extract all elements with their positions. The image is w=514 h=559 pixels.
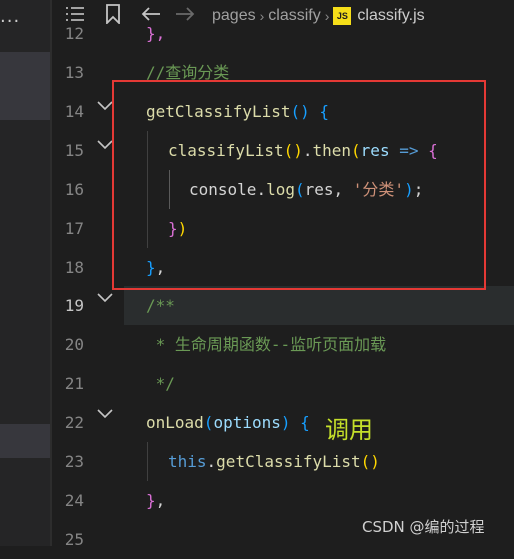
code-line-21[interactable]: */ (146, 364, 514, 403)
sidebar-selected-item[interactable] (0, 424, 50, 458)
line-number: 12 (64, 24, 84, 43)
fold-chevron-icon[interactable] (96, 292, 114, 306)
annotation-highlight-box (112, 80, 486, 290)
annotation-label: 调用 (325, 416, 373, 444)
line-number: 20 (64, 335, 84, 354)
overflow-indicator: ... (0, 6, 21, 27)
watermark: CSDN @编的过程 (362, 518, 485, 536)
code-line-12[interactable]: }, (146, 14, 514, 53)
code-line-19[interactable]: /** (146, 286, 514, 325)
code-line-24[interactable]: }, (146, 481, 514, 520)
line-number: 23 (64, 452, 84, 471)
code-line-20[interactable]: * 生命周期函数--监听页面加载 (146, 325, 514, 364)
line-number: 21 (64, 374, 84, 393)
explorer-sidebar: ... (0, 0, 50, 546)
fold-chevron-icon[interactable] (96, 408, 114, 422)
indent-guide (147, 442, 148, 481)
code-line-23[interactable]: this.getClassifyList() (168, 442, 514, 481)
line-number: 25 (64, 530, 84, 549)
line-number: 24 (64, 491, 84, 510)
sidebar-selected-item[interactable] (0, 52, 50, 120)
